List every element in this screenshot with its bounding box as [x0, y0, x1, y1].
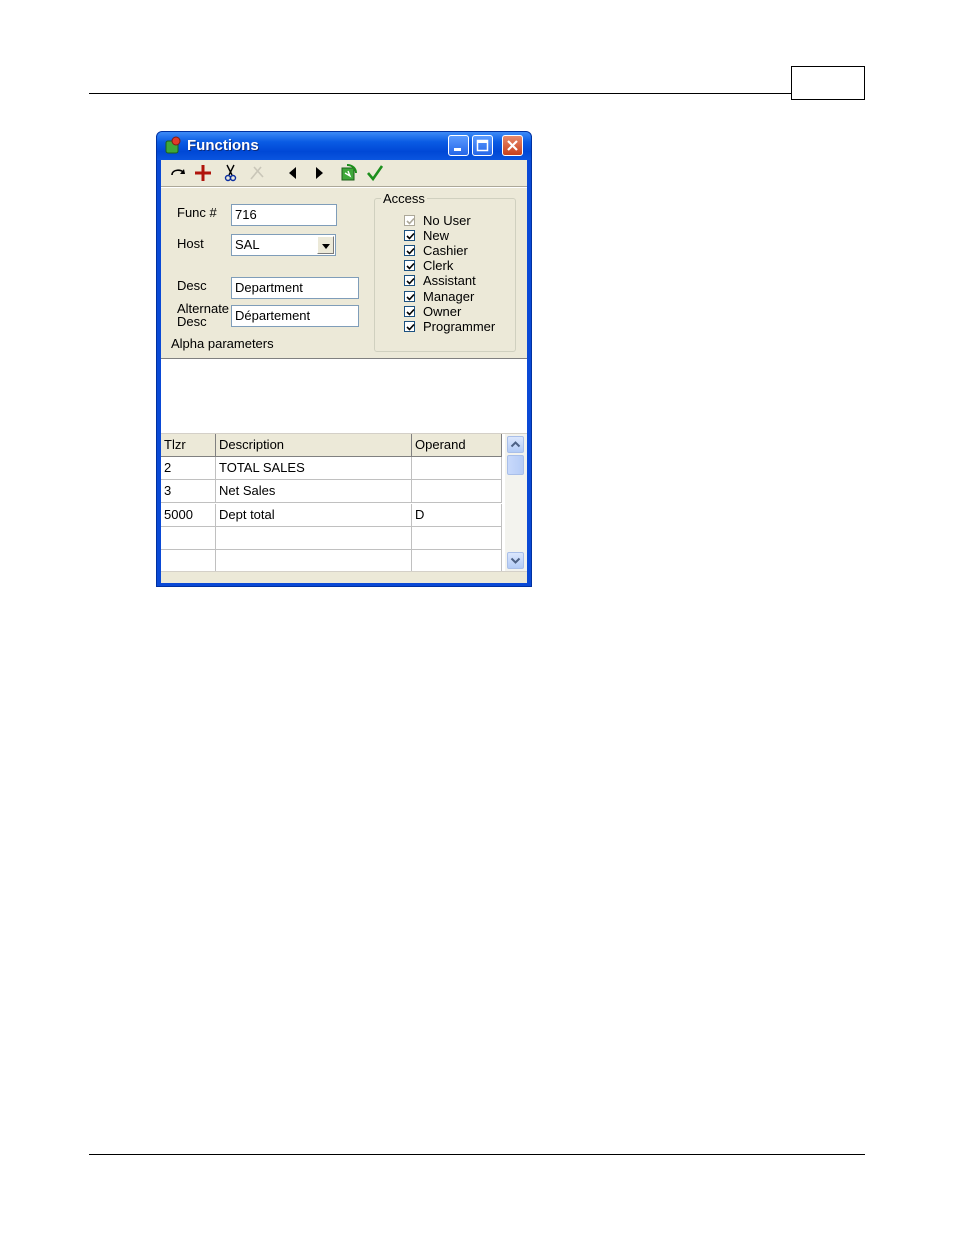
- table-cell[interactable]: [161, 527, 216, 550]
- checkbox-cashier[interactable]: [404, 245, 415, 256]
- host-select[interactable]: SAL: [231, 234, 336, 256]
- scroll-up-button[interactable]: [507, 436, 524, 453]
- column-header-description[interactable]: Description: [216, 434, 412, 457]
- column-header-tlzr[interactable]: Tlzr: [161, 434, 216, 457]
- check-icon: [406, 217, 415, 225]
- check-icon: [406, 232, 415, 240]
- table-cell[interactable]: TOTAL SALES: [216, 457, 412, 480]
- totalizer-grid[interactable]: Tlzr Description Operand 2 TOTAL SALES 3…: [161, 434, 505, 571]
- table-cell[interactable]: D: [412, 504, 502, 527]
- table-cell[interactable]: [216, 550, 412, 571]
- maximize-button[interactable]: [472, 135, 493, 156]
- add-plus-icon[interactable]: [193, 163, 213, 183]
- table-cell[interactable]: [412, 480, 502, 503]
- chevron-down-icon[interactable]: [317, 236, 334, 254]
- table-cell[interactable]: Dept total: [216, 504, 412, 527]
- checkbox-label: Owner: [423, 304, 462, 319]
- minimize-button[interactable]: [448, 135, 469, 156]
- page-footer-rule: [89, 1154, 865, 1155]
- scroll-down-button[interactable]: [507, 552, 524, 569]
- table-cell[interactable]: [216, 527, 412, 550]
- minimize-icon: [454, 148, 461, 151]
- access-group-title: Access: [381, 191, 427, 206]
- title-bar[interactable]: Functions: [157, 132, 531, 160]
- disabled-cut-icon[interactable]: [247, 163, 267, 183]
- alpha-parameters-label: Alpha parameters: [171, 336, 274, 351]
- host-label: Host: [177, 236, 204, 251]
- chevron-up-icon: [510, 441, 521, 448]
- scroll-thumb[interactable]: [507, 455, 524, 475]
- checkbox-label: Cashier: [423, 243, 468, 258]
- cut-scissors-icon[interactable]: [221, 163, 241, 183]
- checkbox-owner[interactable]: [404, 306, 415, 317]
- alternate-desc-field[interactable]: Département: [231, 305, 359, 327]
- undo-arrow-icon[interactable]: [169, 163, 189, 183]
- checkbox-label: No User: [423, 213, 471, 228]
- table-cell[interactable]: [412, 457, 502, 480]
- window-client-area: Func # 716 Host SAL Desc Department Alte…: [161, 160, 527, 583]
- page-number-box: [791, 66, 865, 100]
- checkbox-clerk[interactable]: [404, 260, 415, 271]
- alternate-desc-label-line2: Desc: [177, 314, 207, 329]
- table-cell[interactable]: [412, 527, 502, 550]
- checkbox-label: Assistant: [423, 273, 476, 288]
- table-cell[interactable]: 5000: [161, 504, 216, 527]
- check-icon: [406, 293, 415, 301]
- chevron-down-icon: [510, 557, 521, 564]
- checkbox-label: New: [423, 228, 450, 243]
- alpha-parameters-textarea[interactable]: [161, 358, 527, 434]
- host-select-value: SAL: [235, 237, 260, 252]
- checkbox-no-user[interactable]: [404, 215, 415, 226]
- desc-field[interactable]: Department: [231, 277, 359, 299]
- table-cell[interactable]: 3: [161, 480, 216, 503]
- maximize-icon: [476, 139, 489, 152]
- close-icon: [507, 140, 518, 151]
- checkbox-label: Clerk: [423, 258, 454, 273]
- check-icon: [406, 277, 415, 285]
- previous-arrow-icon[interactable]: [283, 163, 303, 183]
- table-cell[interactable]: 2: [161, 457, 216, 480]
- table-cell[interactable]: [161, 550, 216, 571]
- check-icon: [406, 323, 415, 331]
- column-header-operand[interactable]: Operand: [412, 434, 502, 457]
- ok-checkmark-icon[interactable]: [365, 163, 385, 183]
- check-icon: [406, 308, 415, 316]
- table-cell[interactable]: Net Sales: [216, 480, 412, 503]
- checkbox-new[interactable]: [404, 230, 415, 241]
- status-bar: [161, 571, 527, 583]
- window-title: Functions: [187, 137, 259, 154]
- next-arrow-icon[interactable]: [309, 163, 329, 183]
- checkbox-label: Programmer: [423, 319, 496, 334]
- toolbar: [161, 160, 527, 187]
- refresh-icon[interactable]: [339, 163, 359, 183]
- checkbox-manager[interactable]: [404, 291, 415, 302]
- check-icon: [406, 247, 415, 255]
- table-cell[interactable]: [412, 550, 502, 571]
- desc-label: Desc: [177, 278, 207, 293]
- close-button[interactable]: [502, 135, 523, 156]
- functions-window: Functions Func # 716 Host SAL Desc Depar…: [156, 131, 532, 587]
- checkbox-label: Manager: [423, 289, 475, 304]
- app-icon: [165, 136, 181, 154]
- check-icon: [406, 262, 415, 270]
- checkbox-assistant[interactable]: [404, 275, 415, 286]
- func-number-field[interactable]: 716: [231, 204, 337, 226]
- checkbox-programmer[interactable]: [404, 321, 415, 332]
- page-header-rule: [89, 93, 791, 94]
- func-number-label: Func #: [177, 205, 217, 220]
- vertical-scrollbar[interactable]: [505, 434, 527, 571]
